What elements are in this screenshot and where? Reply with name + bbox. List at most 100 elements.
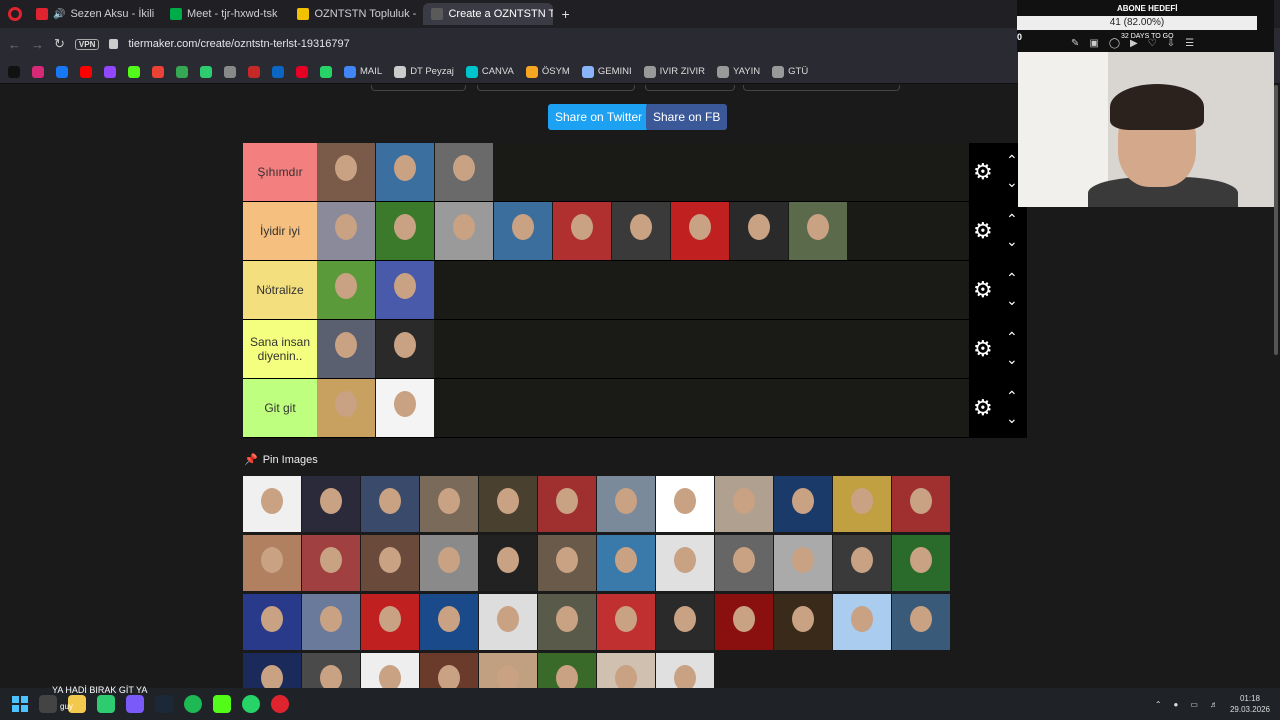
chevron-down-icon[interactable]: ⌄ — [1006, 234, 1018, 248]
volume-icon[interactable]: ♬ — [1210, 700, 1218, 709]
url-field[interactable]: tiermaker.com/create/ozntstn-terlst-1931… — [128, 38, 349, 50]
pool-image[interactable] — [479, 476, 537, 532]
gear-icon[interactable]: ⚙ — [973, 338, 993, 360]
tier-image[interactable] — [435, 202, 493, 260]
pool-image[interactable] — [243, 535, 301, 591]
lock-icon[interactable] — [109, 39, 119, 49]
pool-image[interactable] — [361, 594, 419, 650]
share-twitter-button[interactable]: Share on Twitter — [548, 104, 650, 130]
tier-image[interactable] — [376, 202, 434, 260]
bookmark-item[interactable]: CANVA — [465, 65, 514, 78]
pool-image[interactable] — [597, 653, 655, 688]
teams-icon[interactable] — [126, 695, 144, 713]
pool-image[interactable] — [302, 535, 360, 591]
pool-image[interactable] — [833, 594, 891, 650]
pool-image[interactable] — [479, 653, 537, 688]
clock[interactable]: 01:18 29.03.2026 — [1230, 693, 1270, 715]
pool-image[interactable] — [538, 476, 596, 532]
pool-image[interactable] — [656, 535, 714, 591]
tier-image[interactable] — [553, 202, 611, 260]
chevron-up-icon[interactable]: ⌃ — [1006, 153, 1018, 167]
pool-image[interactable] — [833, 535, 891, 591]
tier-image[interactable] — [317, 202, 375, 260]
pool-image[interactable] — [715, 535, 773, 591]
tier-image[interactable] — [494, 202, 552, 260]
chevron-up-icon[interactable]: ⌃ — [1006, 271, 1018, 285]
pool-image[interactable] — [892, 535, 950, 591]
browser-tab[interactable]: Meet - tjr-hxwd-tsk — [162, 3, 285, 25]
tier-image[interactable] — [376, 379, 434, 437]
kick-icon[interactable] — [213, 695, 231, 713]
bookmark-item[interactable] — [128, 65, 140, 78]
pool-image[interactable] — [479, 535, 537, 591]
chevron-up-icon[interactable]: ⌃ — [1006, 212, 1018, 226]
bookmark-item[interactable] — [8, 65, 20, 78]
bookmark-item[interactable]: GTÜ — [772, 65, 808, 78]
pool-image[interactable] — [774, 476, 832, 532]
chevron-down-icon[interactable]: ⌄ — [1006, 293, 1018, 307]
pool-image[interactable] — [302, 594, 360, 650]
pool-image[interactable] — [420, 476, 478, 532]
browser-tab[interactable]: OZNTSTN Topluluk - Tier L — [289, 3, 419, 25]
pool-image[interactable] — [361, 476, 419, 532]
bookmark-item[interactable] — [200, 65, 212, 78]
bookmark-item[interactable] — [56, 65, 68, 78]
pool-image[interactable] — [420, 653, 478, 688]
tier-label[interactable]: Git git — [243, 379, 317, 437]
pool-image[interactable] — [597, 594, 655, 650]
vpn-badge[interactable]: VPN — [74, 38, 100, 50]
pool-image[interactable] — [420, 594, 478, 650]
search-icon[interactable] — [39, 695, 57, 713]
gear-icon[interactable]: ⚙ — [973, 220, 993, 242]
pool-image[interactable] — [243, 476, 301, 532]
pool-image[interactable] — [479, 594, 537, 650]
steam-icon[interactable] — [155, 695, 173, 713]
gear-icon[interactable]: ⚙ — [973, 279, 993, 301]
pool-image[interactable] — [774, 594, 832, 650]
gear-icon[interactable]: ⚙ — [973, 161, 993, 183]
bookmark-item[interactable] — [32, 65, 44, 78]
microphone-icon[interactable]: ● — [1174, 700, 1179, 709]
tier-image[interactable] — [671, 202, 729, 260]
bookmark-item[interactable] — [80, 65, 92, 78]
browser-tab[interactable]: 🔊 Sezen Aksu - İkili Deli — [28, 3, 158, 25]
chevron-up-icon[interactable]: ⌃ — [1006, 389, 1018, 403]
bookmark-item[interactable] — [152, 65, 164, 78]
bookmark-item[interactable]: ÖSYM — [525, 65, 570, 78]
menu-icon[interactable]: ☰ — [1185, 38, 1194, 49]
pool-image[interactable] — [656, 653, 714, 688]
pool-image[interactable] — [243, 653, 301, 688]
chevron-up-icon[interactable]: ⌃ — [1155, 700, 1162, 709]
windows-start-icon[interactable] — [12, 696, 28, 712]
xbox-icon[interactable] — [97, 695, 115, 713]
tier-label[interactable]: Nötralize — [243, 261, 317, 319]
bookmark-item[interactable]: IVIR ZIVIR — [643, 65, 705, 78]
pool-image[interactable] — [361, 653, 419, 688]
bookmark-item[interactable] — [272, 65, 284, 78]
tier-label[interactable]: Şıhımdır — [243, 143, 317, 201]
tier-label[interactable]: Sana insan diyenin.. — [243, 320, 317, 378]
gear-icon[interactable]: ⚙ — [973, 397, 993, 419]
pool-image[interactable] — [656, 476, 714, 532]
tier-image[interactable] — [789, 202, 847, 260]
tier-image[interactable] — [317, 261, 375, 319]
tier-image[interactable] — [435, 143, 493, 201]
pool-image[interactable] — [597, 476, 655, 532]
bookmark-item[interactable] — [176, 65, 188, 78]
bookmark-item[interactable] — [320, 65, 332, 78]
pool-image[interactable] — [892, 476, 950, 532]
bookmark-item[interactable]: DT Peyzaj — [394, 65, 454, 78]
tier-image[interactable] — [730, 202, 788, 260]
opera-logo-icon[interactable] — [8, 7, 22, 21]
bookmark-item[interactable] — [104, 65, 116, 78]
bookmark-item[interactable]: YAYIN — [717, 65, 760, 78]
pool-image[interactable] — [538, 594, 596, 650]
camera-icon[interactable]: ▣ — [1089, 38, 1098, 49]
pool-image[interactable] — [656, 594, 714, 650]
pool-image[interactable] — [833, 476, 891, 532]
pool-image[interactable] — [302, 476, 360, 532]
bookmark-item[interactable] — [224, 65, 236, 78]
spotify-icon[interactable] — [184, 695, 202, 713]
edit-icon[interactable]: ✎ — [1071, 38, 1079, 49]
tier-image[interactable] — [317, 379, 375, 437]
